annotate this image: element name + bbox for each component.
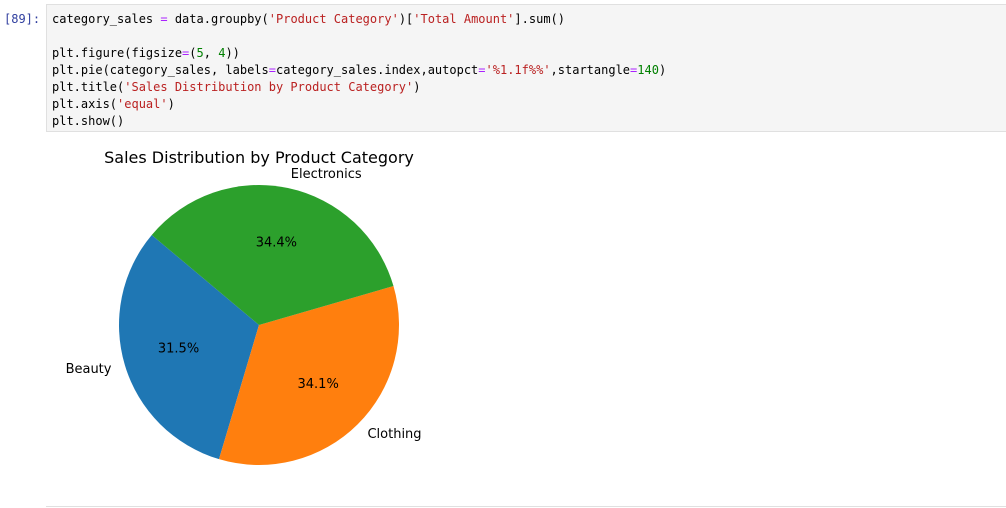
code-token: plt.axis( <box>52 97 118 111</box>
code-token: plt.figure(figsize <box>52 46 183 60</box>
code-token: 5 <box>196 46 204 60</box>
pie-pct-label: 34.4% <box>256 235 297 250</box>
code-token: ].sum() <box>514 12 565 26</box>
code-token: category_sales <box>52 12 161 26</box>
cell-prompt: [89]: <box>4 12 41 26</box>
code-token: )[ <box>398 12 414 26</box>
code-token: 'equal' <box>117 97 168 111</box>
code-line: plt.pie(category_sales, labels=category_… <box>52 62 666 79</box>
code-token: 'Product Category' <box>268 12 399 26</box>
code-line: plt.axis('equal') <box>52 96 666 113</box>
code-token: data.groupby( <box>167 12 269 26</box>
code-token: )) <box>225 46 240 60</box>
code-token: plt.title( <box>52 80 125 94</box>
code-token: , <box>203 46 219 60</box>
code-token: = <box>160 12 168 26</box>
pie-category-label: Electronics <box>291 167 362 182</box>
code-token: '%1.1f%%' <box>485 63 551 77</box>
code-token: = <box>478 63 486 77</box>
code-cell-input[interactable]: category_sales = data.groupby('Product C… <box>46 4 1006 132</box>
code-token: = <box>268 63 276 77</box>
code-token: ,startangle <box>550 63 631 77</box>
code-token: plt.show() <box>52 114 125 128</box>
code-token: 'Sales Distribution by Product Category' <box>124 80 414 94</box>
code-line: plt.figure(figsize=(5, 4)) <box>52 45 666 62</box>
cell-output: Sales Distribution by Product Category 31… <box>46 140 546 500</box>
code-token: ) <box>413 80 421 94</box>
code-token: category_sales.index,autopct <box>275 63 479 77</box>
pie-category-label: Beauty <box>66 362 112 377</box>
code-token: 140 <box>637 63 659 77</box>
code-token: ) <box>658 63 667 77</box>
code-token: ( <box>189 46 197 60</box>
pie-pct-label: 34.1% <box>298 377 339 392</box>
pie-category-label: Clothing <box>367 427 421 442</box>
pie-chart: Sales Distribution by Product Category 31… <box>66 148 422 465</box>
code-line: plt.title('Sales Distribution by Product… <box>52 79 666 96</box>
code-token: ) <box>167 97 175 111</box>
code-line: plt.show() <box>52 113 666 130</box>
cell-divider <box>46 506 1006 507</box>
pie-pct-label: 31.5% <box>158 342 199 357</box>
code-token: 'Total Amount' <box>413 12 515 26</box>
code-token: plt.pie(category_sales, labels <box>52 63 269 77</box>
chart-title: Sales Distribution by Product Category <box>104 148 414 167</box>
code-editor[interactable]: category_sales = data.groupby('Product C… <box>52 11 666 130</box>
code-line: category_sales = data.groupby('Product C… <box>52 11 666 28</box>
